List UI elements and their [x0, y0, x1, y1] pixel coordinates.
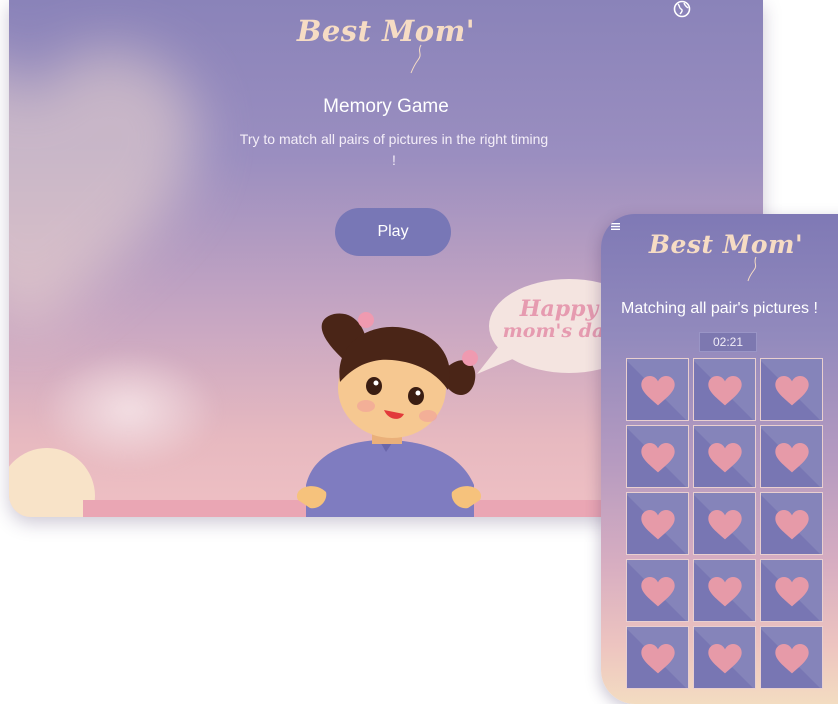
memory-card[interactable] [626, 626, 689, 689]
memory-card[interactable] [693, 425, 756, 488]
memory-card[interactable] [626, 425, 689, 488]
memory-card[interactable] [693, 626, 756, 689]
brand-logo: Best Mom' [296, 14, 476, 48]
background-heart-decoration [9, 50, 196, 334]
phone-game-title: Matching all pair's pictures ! [621, 300, 818, 317]
heart-icon [641, 443, 675, 473]
memory-card[interactable] [626, 358, 689, 421]
game-timer: 02:21 [699, 332, 757, 352]
heart-icon [775, 443, 809, 473]
heart-icon [775, 577, 809, 607]
girl-illustration [296, 312, 482, 517]
heart-icon [708, 510, 742, 540]
game-description: Try to match all pairs of pictures in th… [239, 131, 549, 168]
memory-card[interactable] [760, 559, 823, 622]
heart-icon [708, 376, 742, 406]
heart-icon [641, 644, 675, 674]
play-button[interactable]: Play [335, 208, 451, 256]
phone-screen: Best Mom' Matching all pair's pictures !… [601, 214, 838, 704]
heart-icon [641, 376, 675, 406]
memory-card[interactable] [693, 358, 756, 421]
phone-brand-logo: Best Mom' [648, 230, 804, 259]
memory-card[interactable] [626, 559, 689, 622]
heart-icon [708, 443, 742, 473]
heart-icon [641, 510, 675, 540]
logo-swirl-icon [410, 44, 422, 74]
memory-card[interactable] [693, 559, 756, 622]
card-grid [626, 358, 826, 689]
heart-icon [775, 510, 809, 540]
heart-icon [708, 644, 742, 674]
memory-card[interactable] [760, 492, 823, 555]
memory-card[interactable] [760, 358, 823, 421]
game-title: Memory Game [323, 96, 449, 117]
heart-icon [775, 376, 809, 406]
heart-icon [775, 644, 809, 674]
phone-logo-swirl-icon [747, 256, 757, 282]
heart-icon [641, 577, 675, 607]
memory-card[interactable] [760, 626, 823, 689]
memory-card[interactable] [626, 492, 689, 555]
heart-icon [708, 577, 742, 607]
memory-card[interactable] [693, 492, 756, 555]
menu-icon[interactable] [611, 223, 620, 230]
memory-card[interactable] [760, 425, 823, 488]
